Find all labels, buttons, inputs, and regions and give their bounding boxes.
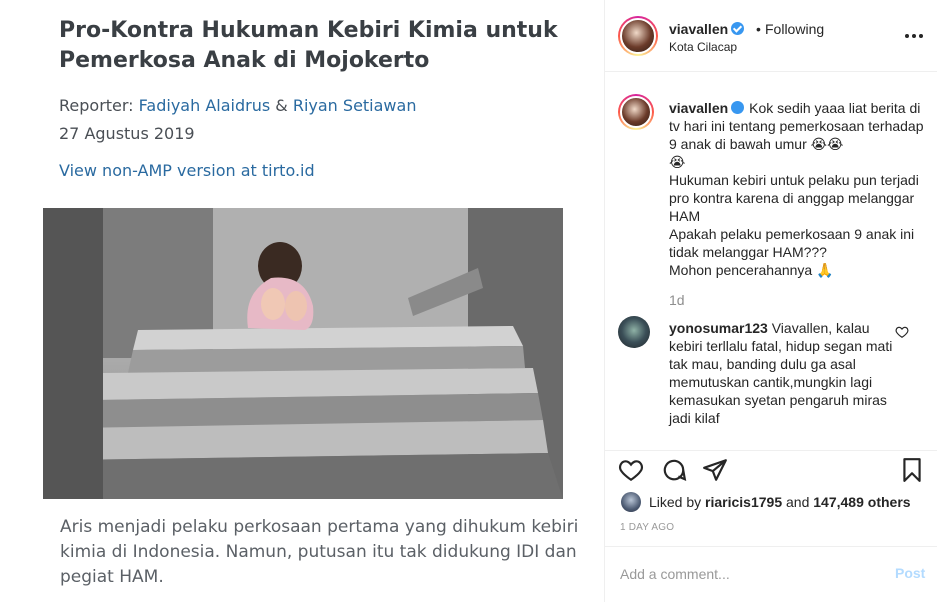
liker-avatar[interactable] — [621, 492, 641, 512]
comment-like-heart-icon[interactable] — [895, 325, 909, 339]
reporter-name-1: Fadiyah Alaidrus — [138, 96, 271, 115]
post-comment-button[interactable]: Post — [895, 565, 925, 581]
add-comment-bar: Post — [605, 546, 937, 602]
article-photo — [43, 208, 563, 499]
save-bookmark-icon[interactable] — [899, 457, 925, 483]
likes-text: Liked by riaricis1795 and 147,489 others — [649, 494, 911, 510]
verified-badge-icon — [731, 22, 745, 35]
reporter-name-2: Riyan Setiawan — [292, 96, 417, 115]
likes-middle: and — [786, 494, 810, 510]
post-image[interactable]: Pro-Kontra Hukuman Kebiri Kimia untuk Pe… — [0, 0, 604, 602]
header-separator: • — [756, 21, 761, 37]
caption: viavallen Kok sedih yaaa liat berita di t… — [669, 99, 924, 279]
article-meta: Reporter: Fadiyah Alaidrus & Riyan Setia… — [59, 92, 416, 148]
profile-avatar[interactable] — [618, 16, 658, 56]
action-bar — [605, 450, 937, 490]
likes-count[interactable]: 147,489 others — [813, 494, 910, 510]
article-date: 27 Agustus 2019 — [59, 124, 195, 143]
caption-time[interactable]: 1d — [669, 292, 685, 308]
article-title: Pro-Kontra Hukuman Kebiri Kimia untuk Pe… — [59, 18, 558, 73]
profile-username[interactable]: viavallen — [669, 21, 728, 37]
article-source-link: View non-AMP version at tirto.id — [59, 161, 315, 180]
liker-username[interactable]: riaricis1795 — [705, 494, 782, 510]
reporter-amp: & — [275, 96, 288, 115]
caption-username[interactable]: viavallen — [669, 100, 728, 116]
caption-avatar[interactable] — [618, 94, 654, 130]
comment-username[interactable]: yonosumar123 — [669, 320, 768, 336]
post-timestamp[interactable]: 1 DAY AGO — [620, 522, 674, 533]
comment-input[interactable] — [620, 562, 870, 586]
likes-summary: Liked by riaricis1795 and 147,489 others — [618, 490, 928, 512]
comment-bubble-icon[interactable] — [661, 457, 687, 483]
more-options-icon[interactable] — [903, 27, 925, 45]
verified-badge-icon — [731, 101, 745, 114]
header-username-wrap: viavallen — [669, 21, 745, 37]
post-side-panel: viavallen • Following Kota Cilacap viava… — [604, 0, 937, 602]
comments-section[interactable]: viavallen Kok sedih yaaa liat berita di t… — [605, 72, 937, 450]
share-paper-plane-icon[interactable] — [702, 457, 728, 483]
following-button[interactable]: Following — [765, 21, 824, 37]
comment: yonosumar123 Viavallen, kalau kebiri ter… — [669, 319, 897, 427]
like-heart-icon[interactable] — [618, 457, 644, 483]
article-caption: Aris menjadi pelaku perkosaan pertama ya… — [60, 517, 579, 587]
post-header: viavallen • Following Kota Cilacap — [605, 0, 937, 72]
location-link[interactable]: Kota Cilacap — [669, 40, 737, 54]
likes-prefix: Liked by — [649, 494, 702, 510]
commenter-avatar[interactable] — [618, 316, 650, 348]
reporter-label: Reporter: — [59, 96, 134, 115]
caption-body: Kok sedih yaaa liat berita di tv hari in… — [669, 100, 924, 278]
